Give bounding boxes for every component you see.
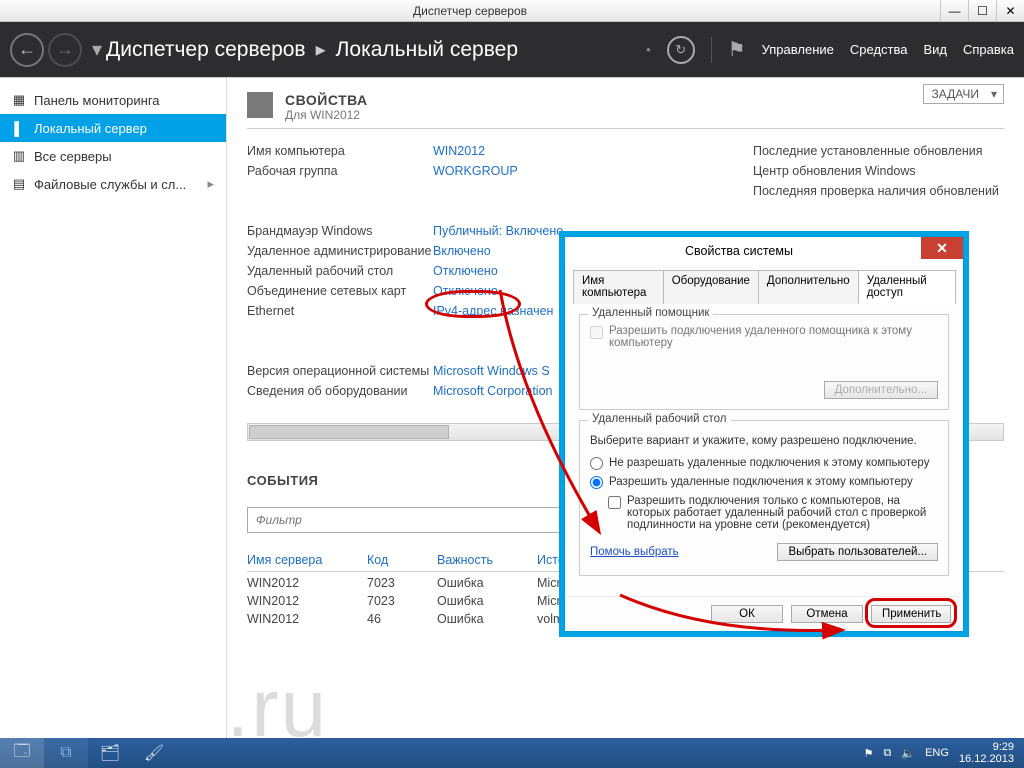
minimize-button[interactable]: — [940,0,968,22]
tasks-dropdown[interactable]: ЗАДАЧИ [923,84,1004,104]
nav-local-server[interactable]: ▌Локальный сервер [0,114,226,142]
tray-flag-icon[interactable]: ⚑ [864,747,874,760]
servers-icon: ▥ [12,149,26,163]
taskbar-explorer[interactable]: 🗂 [88,738,132,768]
dialog-title: Свойства системы [565,237,963,265]
refresh-button[interactable]: ↻ [667,36,695,64]
ok-button[interactable]: ОК [711,605,783,623]
tab-advanced[interactable]: Дополнительно [758,270,859,304]
window-titlebar: Диспетчер серверов — ☐ ✕ [0,0,1024,22]
dialog-tabs: Имя компьютера Оборудование Дополнительн… [573,269,955,304]
tray-sound-icon[interactable]: 🔈 [901,747,915,760]
dialog-close-button[interactable]: ✕ [921,237,963,259]
taskbar: 🗔 ⧉ 🗂 🖌 ⚑ ⧉ 🔈 ENG 9:2916.12.2013 [0,738,1024,768]
nav-forward-button[interactable]: → [48,33,82,67]
close-button[interactable]: ✕ [996,0,1024,22]
nav-all-servers[interactable]: ▥Все серверы [0,142,226,170]
apply-button[interactable]: Применить [871,605,951,623]
chevron-right-icon: ▸ [316,37,326,62]
tray-clock[interactable]: 9:2916.12.2013 [959,741,1014,765]
remote-desktop-legend: Удаленный рабочий стол [588,413,731,425]
dashboard-icon: ▦ [12,93,26,107]
remote-assistance-group: Удаленный помощник Разрешить подключения… [579,314,949,410]
tab-remote-access[interactable]: Удаленный доступ [858,270,956,304]
taskbar-powershell[interactable]: ⧉ [44,738,88,768]
notifications-flag-icon[interactable]: ⚑ [728,37,746,62]
file-services-icon: ▤ [12,177,26,191]
remote-desktop-intro: Выберите вариант и укажите, кому разреше… [590,435,938,447]
properties-tile-icon [247,92,273,118]
radio-allow-remote[interactable] [590,476,603,489]
radio-disallow-remote[interactable] [590,457,603,470]
properties-title: СВОЙСТВА [285,92,368,108]
allow-remote-assistance-checkbox [590,326,603,339]
menu-view[interactable]: Вид [923,42,947,57]
nav-back-button[interactable]: ← [10,33,44,67]
window-title: Диспетчер серверов [0,4,940,18]
tray-activity-icon[interactable]: ⧉ [884,747,892,760]
menu-manage[interactable]: Управление [762,42,834,57]
select-users-button[interactable]: Выбрать пользователей... [777,543,938,561]
menu-help[interactable]: Справка [963,42,1014,57]
nav-sidebar: ▦Панель мониторинга ▌Локальный сервер ▥В… [0,78,227,738]
menu-tools[interactable]: Средства [850,42,908,57]
tab-hardware[interactable]: Оборудование [663,270,759,304]
events-filter[interactable]: 🔍 [247,507,597,533]
nav-file-services[interactable]: ▤Файловые службы и сл...▸ [0,170,226,198]
remote-assistance-advanced-button: Дополнительно... [824,381,938,399]
tab-computer-name[interactable]: Имя компьютера [573,270,664,304]
breadcrumb-current: Локальный сервер [336,38,518,62]
tray-language[interactable]: ENG [925,747,949,759]
system-tray: ⚑ ⧉ 🔈 ENG 9:2916.12.2013 [864,741,1024,765]
properties-subtitle: Для WIN2012 [285,108,368,122]
events-filter-input[interactable] [248,513,570,527]
nla-checkbox[interactable] [608,496,621,509]
system-properties-dialog: Свойства системы ✕ Имя компьютера Оборуд… [564,236,964,632]
remote-assistance-legend: Удаленный помощник [588,307,713,319]
remote-desktop-group: Удаленный рабочий стол Выберите вариант … [579,420,949,576]
taskbar-server-manager[interactable]: 🗔 [0,738,44,768]
taskbar-paint[interactable]: 🖌 [132,738,176,768]
nav-dashboard[interactable]: ▦Панель мониторинга [0,86,226,114]
breadcrumb-root[interactable]: Диспетчер серверов [106,38,306,62]
server-icon: ▌ [12,121,26,135]
cancel-button[interactable]: Отмена [791,605,863,623]
command-bar: ← → ▾ Диспетчер серверов ▸ Локальный сер… [0,22,1024,77]
help-choose-link[interactable]: Помочь выбрать [590,546,679,558]
maximize-button[interactable]: ☐ [968,0,996,22]
